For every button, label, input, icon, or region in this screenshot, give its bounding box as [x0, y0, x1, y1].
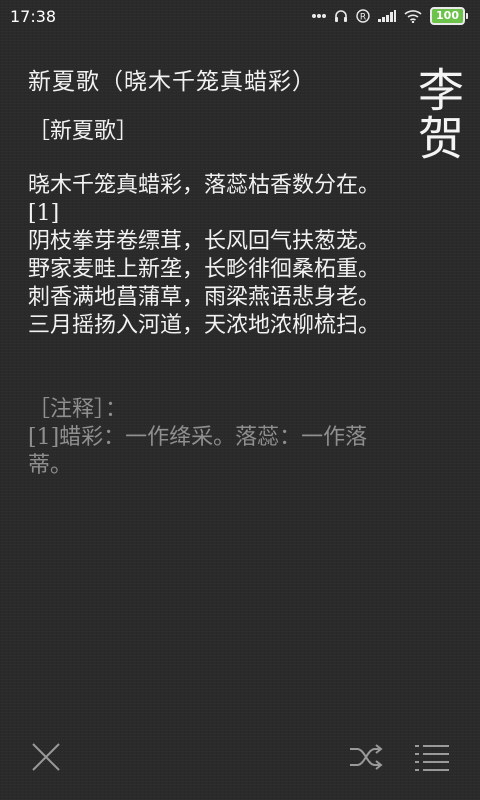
poem-line: 三月摇扬入河道，天浓地浓柳梳扫。 [28, 313, 381, 338]
poem-line: 晓木千笼真蜡彩，落蕊枯香数分在。[1] [28, 173, 381, 226]
svg-text:R: R [360, 13, 366, 23]
list-button[interactable] [410, 735, 454, 779]
notes-heading: ［注释］： [28, 397, 128, 422]
headphones-icon [334, 9, 348, 23]
registered-icon: R [356, 9, 370, 23]
poem-title: 新夏歌（晓木千笼真蜡彩） [28, 69, 316, 95]
shuffle-button[interactable] [344, 735, 388, 779]
poem-line: 阴枝拳芽卷缥茸，长风回气扶葱茏。 [28, 229, 381, 254]
signal-icon [378, 10, 397, 22]
battery-level: 100 [430, 7, 465, 25]
status-time: 17:38 [10, 6, 57, 26]
wifi-icon [404, 9, 422, 23]
shuffle-icon [350, 744, 383, 770]
status-bar: 17:38 R 100 [0, 0, 480, 32]
close-icon [32, 743, 60, 771]
poem-line: 刺香满地菖蒲草，雨梁燕语悲身老。 [28, 285, 381, 310]
author-name: 李贺 [411, 66, 465, 162]
dots-icon [312, 13, 327, 19]
poem-heading: ［新夏歌］ [28, 119, 139, 144]
poem-line: 野家麦畦上新垄，长畛徘徊桑柘重。 [28, 257, 381, 282]
close-button[interactable] [24, 735, 68, 779]
status-icons: R 100 [312, 7, 468, 25]
note-item: [1]蜡彩：一作绛采。落蕊：一作落蒂。 [28, 425, 368, 478]
poem-content: 新夏歌（晓木千笼真蜡彩） ［新夏歌］ 晓木千笼真蜡彩，落蕊枯香数分在。[1] 阴… [28, 68, 383, 480]
poem-lines: 晓木千笼真蜡彩，落蕊枯香数分在。[1] 阴枝拳芽卷缥茸，长风回气扶葱茏。 野家麦… [28, 172, 383, 340]
poem-notes: ［注释］： [1]蜡彩：一作绛采。落蕊：一作落蒂。 [28, 396, 383, 480]
list-icon [415, 745, 449, 771]
battery-icon: 100 [430, 7, 468, 25]
